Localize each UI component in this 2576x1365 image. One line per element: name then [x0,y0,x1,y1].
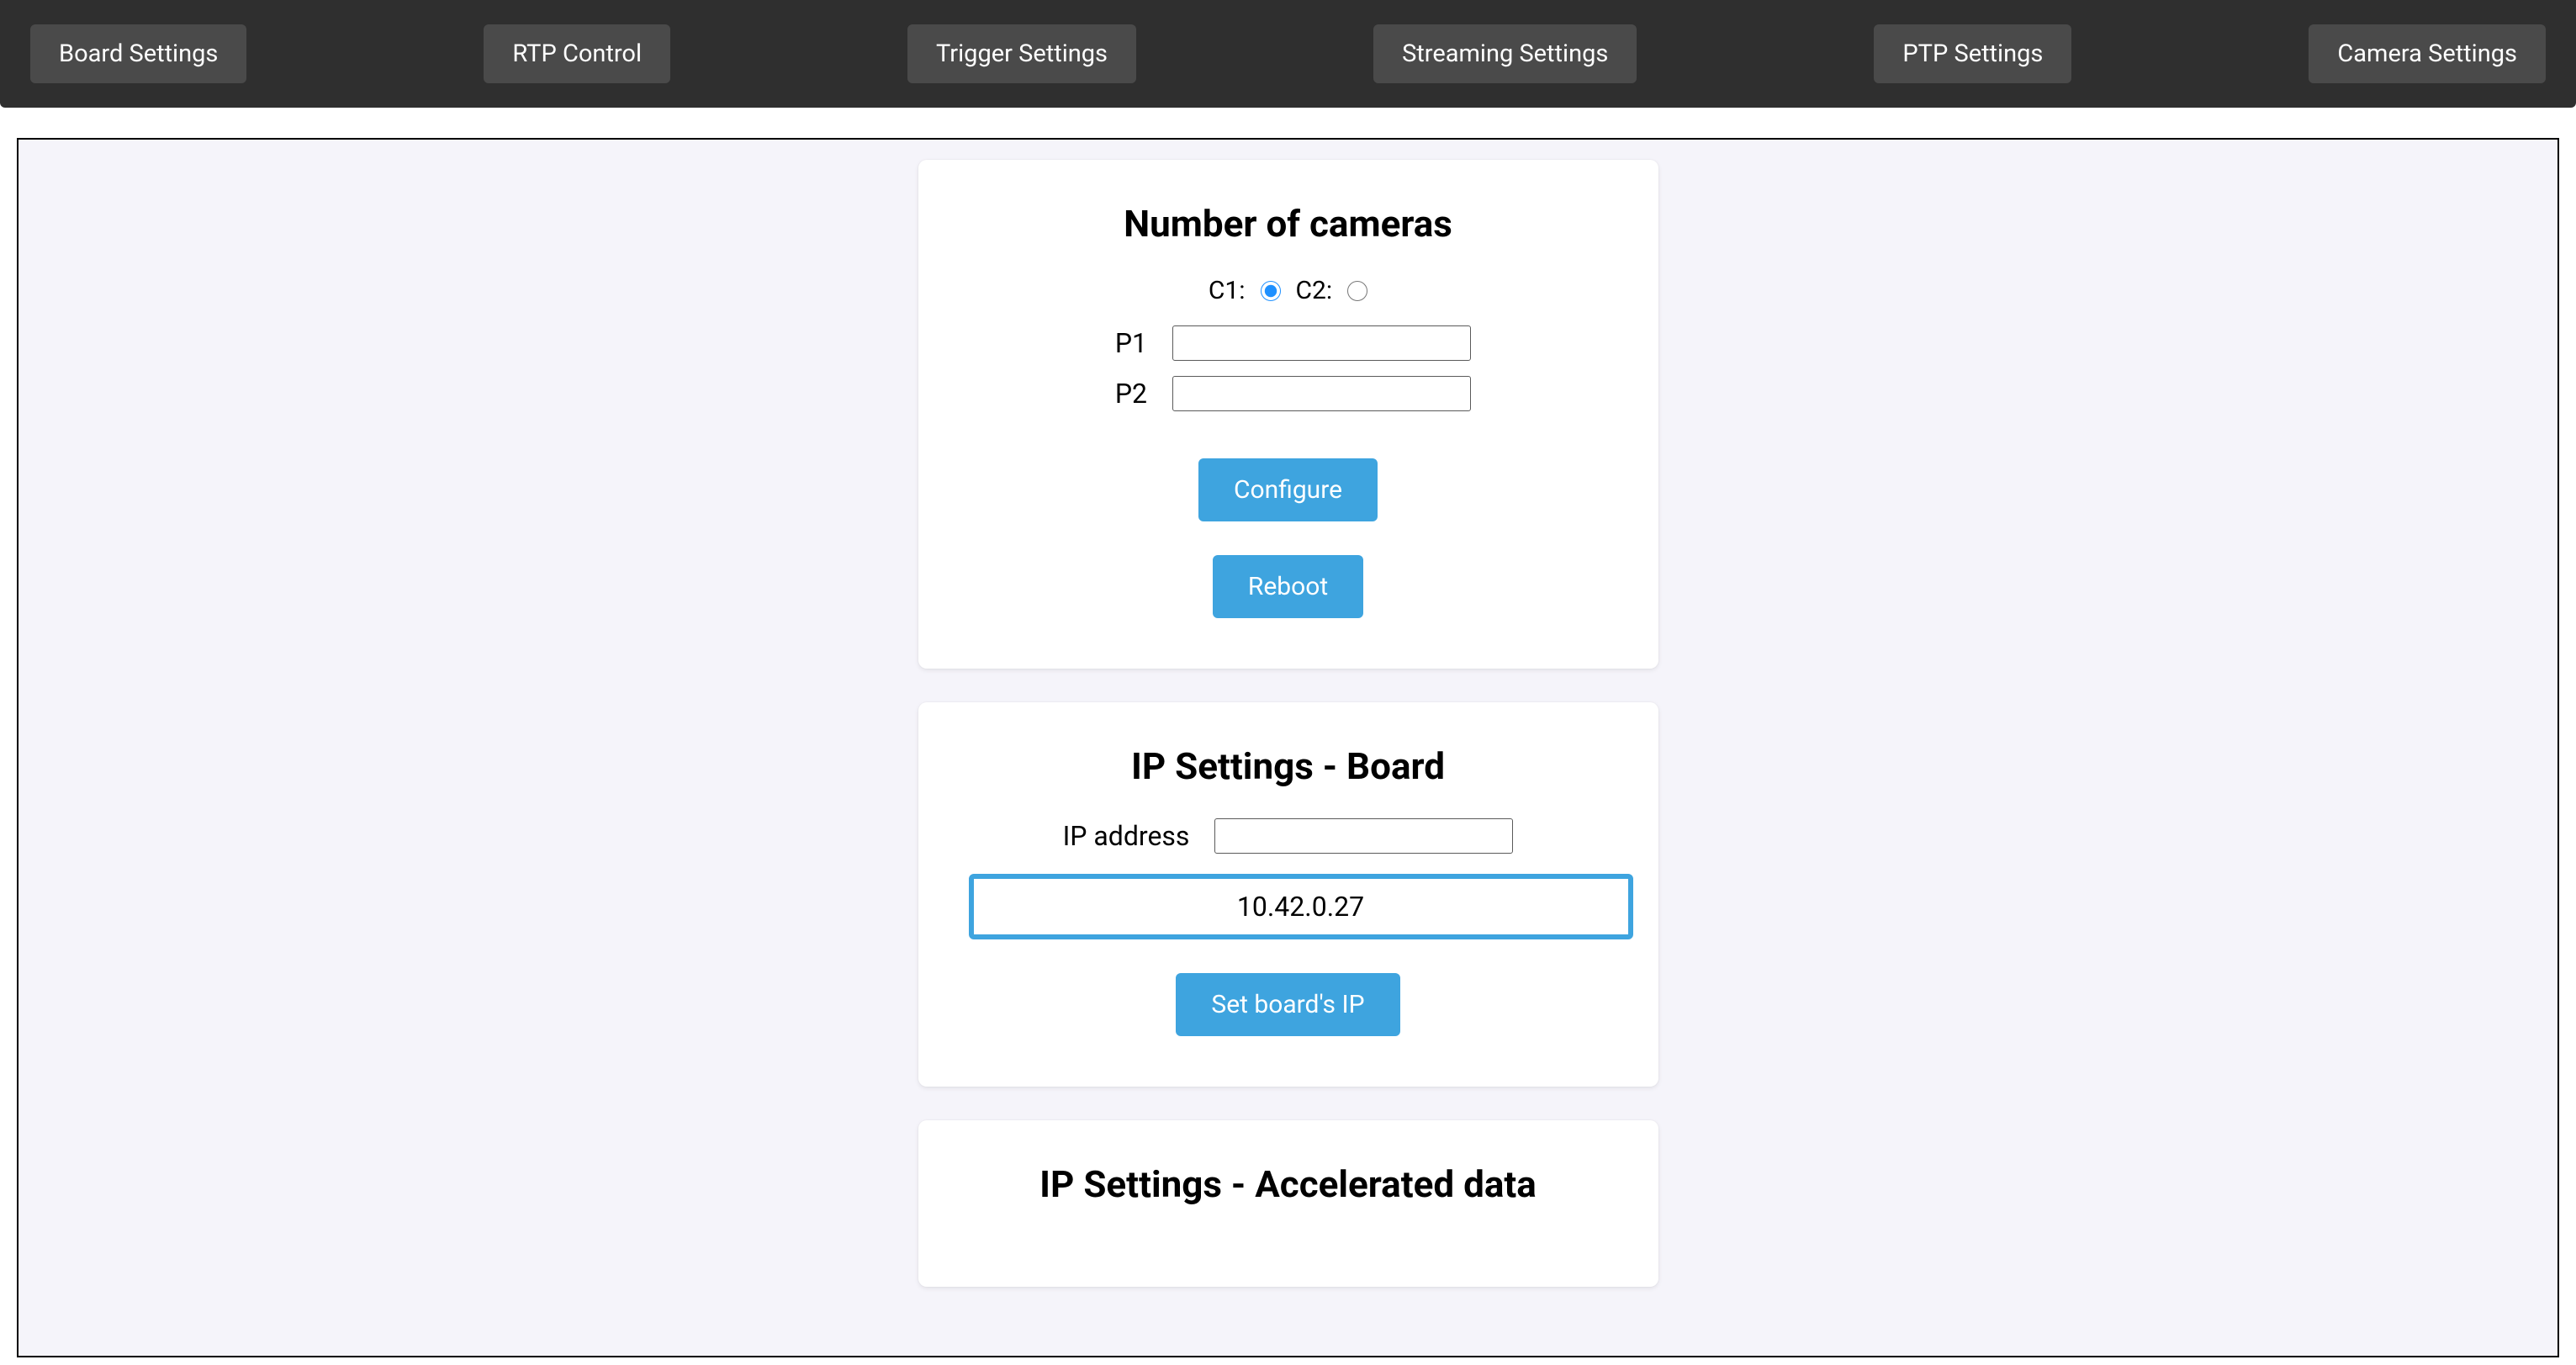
p1-label: P1 [1105,327,1147,359]
ip-address-input[interactable] [1214,818,1513,854]
p2-row: P2 [969,376,1608,411]
c1-radio[interactable] [1261,281,1281,301]
tab-streaming-settings[interactable]: Streaming Settings [1373,24,1637,83]
c2-label: C2: [1296,276,1333,305]
p2-label: P2 [1105,378,1147,410]
content-frame[interactable]: Number of cameras C1: C2: P1 P2 Configur… [17,138,2559,1357]
p2-input[interactable] [1172,376,1471,411]
camera-button-stack: Configure Reboot [969,442,1608,618]
tab-board-settings[interactable]: Board Settings [30,24,246,83]
set-board-ip-button[interactable]: Set board's IP [1176,973,1399,1036]
c2-radio[interactable] [1347,281,1367,301]
ip-address-label: IP address [1063,820,1190,852]
ip-address-row: IP address [969,818,1608,854]
c1-label: C1: [1209,276,1246,305]
reboot-button[interactable]: Reboot [1213,555,1363,618]
card-ip-settings-accelerated: IP Settings - Accelerated data [918,1120,1658,1287]
current-ip-display: 10.42.0.27 [969,874,1633,939]
content-inner: Number of cameras C1: C2: P1 P2 Configur… [19,140,2557,1357]
card-title-ip-board: IP Settings - Board [969,744,1608,788]
card-ip-settings-board: IP Settings - Board IP address 10.42.0.2… [918,702,1658,1087]
card-number-of-cameras: Number of cameras C1: C2: P1 P2 Configur… [918,160,1658,669]
p1-row: P1 [969,325,1608,361]
top-navbar: Board Settings RTP Control Trigger Setti… [0,0,2576,108]
p1-input[interactable] [1172,325,1471,361]
camera-radio-row: C1: C2: [969,276,1608,305]
card-title-ip-accel: IP Settings - Accelerated data [969,1162,1608,1206]
tab-ptp-settings[interactable]: PTP Settings [1874,24,2071,83]
tab-trigger-settings[interactable]: Trigger Settings [907,24,1136,83]
configure-button[interactable]: Configure [1198,458,1378,521]
card-title-cameras: Number of cameras [969,202,1608,246]
tab-rtp-control[interactable]: RTP Control [484,24,670,83]
tab-camera-settings[interactable]: Camera Settings [2309,24,2546,83]
